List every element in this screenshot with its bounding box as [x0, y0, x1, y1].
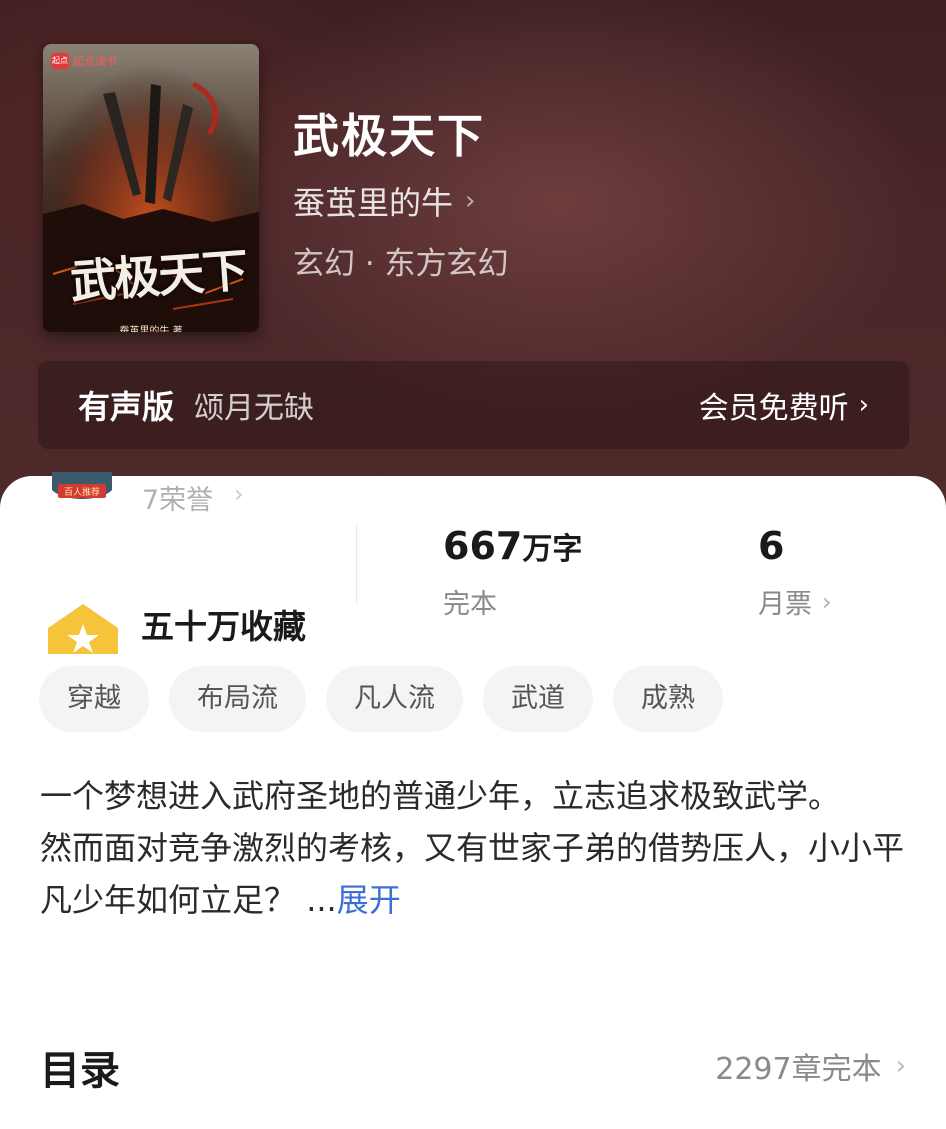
word-count: 667万字: [443, 524, 582, 568]
synopsis-ellipsis: ...: [306, 881, 337, 919]
book-detail-page: 起点 起点读书 武极天下 蚕茧里的牛 著 武极天下 蚕茧里的牛 › 玄幻 · 东…: [0, 0, 946, 1129]
chevron-right-icon: ›: [822, 587, 832, 616]
monthly-ticket-link[interactable]: 月票 ›: [758, 582, 832, 621]
audio-label: 有声版: [78, 388, 175, 426]
audio-narrator: 颂月无缺: [194, 391, 315, 426]
tag-chip[interactable]: 武道: [483, 666, 593, 732]
monthly-ticket-count[interactable]: 6: [758, 524, 784, 568]
audio-version-bar[interactable]: 有声版 颂月无缺 会员免费听 ›: [38, 361, 909, 449]
completion-status: 完本: [443, 589, 497, 620]
honor-badge-text: 百人推荐: [64, 486, 100, 498]
word-count-unit: 万字: [522, 532, 583, 567]
synopsis-line: 一个梦想进入武府圣地的普通少年，立志追求极致武学。: [40, 777, 841, 815]
monthly-ticket-label: 月票: [758, 589, 812, 620]
collection-star-icon: [48, 604, 118, 654]
book-info-card: 百人推荐 7荣誉 › 667万字 完本 6 月票 › 五十万收藏 穿越 布局流 …: [0, 472, 946, 1129]
book-title: 武极天下: [293, 109, 485, 163]
honor-badge-icon[interactable]: 百人推荐: [44, 472, 120, 510]
book-header: 起点 起点读书 武极天下 蚕茧里的牛 著 武极天下 蚕茧里的牛 › 玄幻 · 东…: [0, 0, 946, 520]
book-synopsis: 一个梦想进入武府圣地的普通少年，立志追求极致武学。 然而面对竞争激烈的考核，又有…: [40, 770, 906, 926]
cover-brand-text: 起点读书: [73, 56, 117, 68]
chevron-right-icon: ›: [895, 1051, 906, 1081]
cover-title: 武极天下: [68, 242, 248, 310]
synopsis-line: 然而面对竞争激烈的考核，又有世家子弟的借势压人，小小平凡少年如何立足？ ...展…: [40, 822, 906, 926]
chevron-right-icon: ›: [858, 390, 869, 420]
honor-count[interactable]: 7荣誉: [142, 478, 213, 517]
tag-chip[interactable]: 凡人流: [326, 666, 463, 732]
author-name: 蚕茧里的牛: [293, 184, 454, 222]
collection-count: 五十万收藏: [141, 607, 306, 646]
chapter-count: 2297章完本: [715, 1052, 882, 1087]
cover-brand-logo: 起点 起点读书: [51, 52, 117, 70]
chevron-right-icon: ›: [465, 186, 476, 216]
member-listen-button[interactable]: 会员免费听 ›: [699, 383, 869, 427]
expand-synopsis-link[interactable]: 展开: [337, 881, 401, 919]
tag-list: 穿越 布局流 凡人流 武道 成熟: [39, 666, 723, 732]
book-cover[interactable]: 起点 起点读书 武极天下 蚕茧里的牛 著: [43, 44, 259, 332]
author-link[interactable]: 蚕茧里的牛 ›: [293, 178, 475, 224]
chevron-right-icon: ›: [234, 480, 244, 508]
member-listen-label: 会员免费听: [698, 391, 849, 426]
toc-link[interactable]: 2297章完本 ›: [715, 1044, 906, 1088]
brand-mark-icon: 起点: [51, 53, 69, 69]
cover-author: 蚕茧里的牛 著: [119, 326, 183, 332]
tag-chip[interactable]: 布局流: [169, 666, 306, 732]
word-count-number: 667: [443, 524, 523, 568]
tag-chip[interactable]: 穿越: [39, 666, 149, 732]
book-genre: 玄幻 · 东方玄幻: [293, 246, 509, 282]
tag-chip[interactable]: 成熟: [613, 666, 723, 732]
toc-heading: 目录: [40, 1048, 120, 1094]
synopsis-text: 然而面对竞争激烈的考核，又有世家子弟的借势压人，小小平凡少年如何立足？: [40, 829, 905, 919]
stat-divider: [356, 524, 357, 604]
